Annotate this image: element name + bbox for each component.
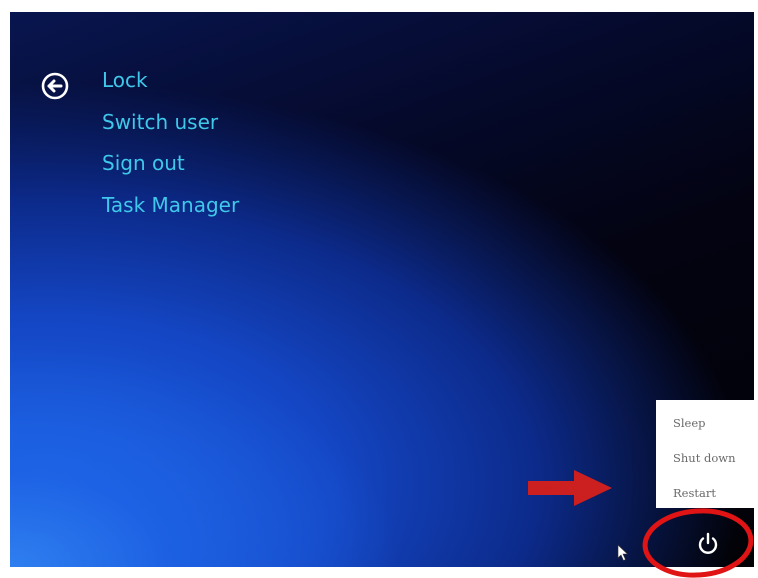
task-manager-option[interactable]: Task Manager <box>102 185 239 227</box>
red-circle-annotation <box>642 508 754 578</box>
red-arrow-annotation <box>528 470 612 506</box>
security-options-menu: Lock Switch user Sign out Task Manager <box>102 60 239 226</box>
restart-option[interactable]: Restart <box>673 486 716 500</box>
power-options-menu: Sleep Shut down Restart <box>656 400 754 508</box>
sign-out-option[interactable]: Sign out <box>102 143 239 185</box>
back-arrow-icon[interactable] <box>41 72 69 100</box>
sleep-option[interactable]: Sleep <box>673 416 706 430</box>
switch-user-option[interactable]: Switch user <box>102 102 239 144</box>
shut-down-option[interactable]: Shut down <box>673 451 736 465</box>
lock-option[interactable]: Lock <box>102 60 239 102</box>
security-options-screen: Lock Switch user Sign out Task Manager S… <box>10 12 754 567</box>
mouse-pointer-icon <box>617 544 629 561</box>
